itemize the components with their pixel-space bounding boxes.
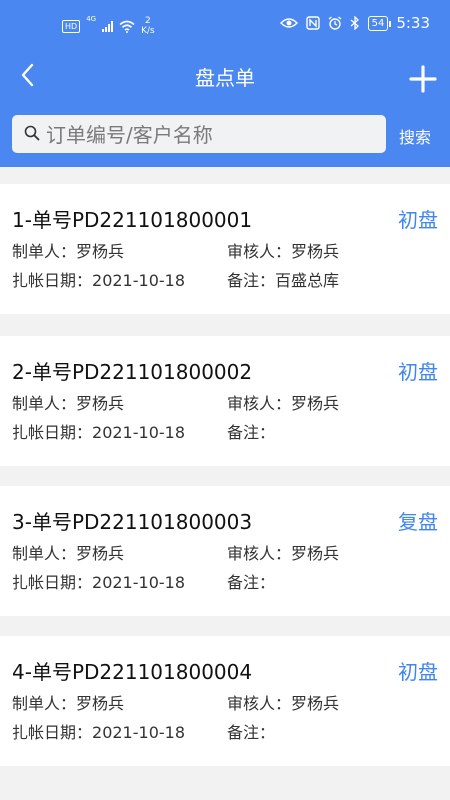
order-status: 初盘 (398, 208, 438, 232)
reviewer-field: 审核人：罗杨兵 (227, 390, 339, 414)
search-button[interactable]: 搜索 (399, 124, 431, 148)
creator-field: 制单人：罗杨兵 (12, 690, 124, 714)
nav-bar: 盘点单 (0, 50, 450, 100)
status-left: HD 4G 2 K/s (62, 16, 155, 36)
creator-label: 制单人： (12, 394, 77, 413)
status-right: 54 5:33 (279, 14, 430, 32)
reviewer-label: 审核人： (227, 544, 292, 563)
order-number: 4-单号PD221101800004 (12, 660, 253, 684)
reviewer-label: 审核人： (227, 394, 292, 413)
search-input[interactable] (44, 115, 378, 155)
clock-time: 5:33 (396, 14, 430, 32)
remark-field: 备注： (227, 569, 275, 593)
wifi-icon (119, 20, 135, 33)
alarm-icon (328, 16, 341, 30)
creator-field: 制单人：罗杨兵 (12, 390, 124, 414)
plus-icon[interactable] (408, 64, 438, 94)
eye-icon (279, 18, 298, 28)
creator-field: 制单人：罗杨兵 (12, 238, 124, 262)
network-type: 4G (86, 15, 97, 23)
reviewer-value: 罗杨兵 (291, 394, 340, 413)
order-card[interactable]: 1-单号PD221101800001 初盘 制单人：罗杨兵 审核人：罗杨兵 扎帐… (0, 184, 450, 314)
creator-field: 制单人：罗杨兵 (12, 540, 124, 564)
net-speed-value: 2 (145, 16, 151, 26)
date-value: 2021-10-18 (92, 423, 185, 442)
date-label: 扎帐日期： (12, 271, 93, 290)
creator-value: 罗杨兵 (76, 694, 125, 713)
order-card[interactable]: 4-单号PD221101800004 初盘 制单人：罗杨兵 审核人：罗杨兵 扎帐… (0, 636, 450, 766)
order-number: 3-单号PD221101800003 (12, 510, 253, 534)
search-box (12, 115, 386, 155)
search-icon (24, 125, 40, 141)
creator-label: 制单人： (12, 544, 77, 563)
date-value: 2021-10-18 (92, 271, 185, 290)
reviewer-label: 审核人： (227, 242, 292, 261)
reviewer-value: 罗杨兵 (291, 242, 340, 261)
creator-value: 罗杨兵 (76, 544, 125, 563)
order-card[interactable]: 3-单号PD221101800003 复盘 制单人：罗杨兵 审核人：罗杨兵 扎帐… (0, 486, 450, 616)
page-title: 盘点单 (195, 66, 255, 90)
order-number: 1-单号PD221101800001 (12, 208, 253, 232)
remark-field: 备注：百盛总库 (227, 267, 339, 291)
app-header: HD 4G 2 K/s 54 5:33 盘点单 订单编号/客户名称 搜索 (0, 0, 450, 167)
reviewer-field: 审核人：罗杨兵 (227, 540, 339, 564)
date-field: 扎帐日期：2021-10-18 (12, 267, 185, 291)
remark-label: 备注： (227, 423, 276, 442)
order-number: 2-单号PD221101800002 (12, 360, 253, 384)
remark-value: 百盛总库 (275, 271, 340, 290)
order-status: 初盘 (398, 660, 438, 684)
date-field: 扎帐日期：2021-10-18 (12, 569, 185, 593)
remark-field: 备注： (227, 719, 275, 743)
date-field: 扎帐日期：2021-10-18 (12, 719, 185, 743)
reviewer-value: 罗杨兵 (291, 544, 340, 563)
remark-label: 备注： (227, 723, 276, 742)
remark-field: 备注： (227, 419, 275, 443)
reviewer-value: 罗杨兵 (291, 694, 340, 713)
net-speed-unit: K/s (141, 26, 155, 36)
date-label: 扎帐日期： (12, 573, 93, 592)
signal-icon (102, 20, 114, 32)
reviewer-field: 审核人：罗杨兵 (227, 690, 339, 714)
creator-value: 罗杨兵 (76, 242, 125, 261)
date-value: 2021-10-18 (92, 573, 185, 592)
date-value: 2021-10-18 (92, 723, 185, 742)
battery-icon: 54 (367, 15, 392, 31)
hd-badge: HD (62, 19, 81, 33)
creator-label: 制单人： (12, 694, 77, 713)
remark-label: 备注： (227, 271, 276, 290)
date-label: 扎帐日期： (12, 723, 93, 742)
status-bar: HD 4G 2 K/s 54 5:33 (0, 0, 450, 56)
reviewer-field: 审核人：罗杨兵 (227, 238, 339, 262)
nfc-icon (305, 16, 320, 30)
bluetooth-icon (350, 16, 359, 30)
order-status: 初盘 (398, 360, 438, 384)
date-field: 扎帐日期：2021-10-18 (12, 419, 185, 443)
date-label: 扎帐日期： (12, 423, 93, 442)
order-status: 复盘 (398, 510, 438, 534)
net-speed: 2 K/s (141, 16, 155, 36)
creator-label: 制单人： (12, 242, 77, 261)
order-card[interactable]: 2-单号PD221101800002 初盘 制单人：罗杨兵 审核人：罗杨兵 扎帐… (0, 336, 450, 466)
creator-value: 罗杨兵 (76, 394, 125, 413)
reviewer-label: 审核人： (227, 694, 292, 713)
remark-label: 备注： (227, 573, 276, 592)
